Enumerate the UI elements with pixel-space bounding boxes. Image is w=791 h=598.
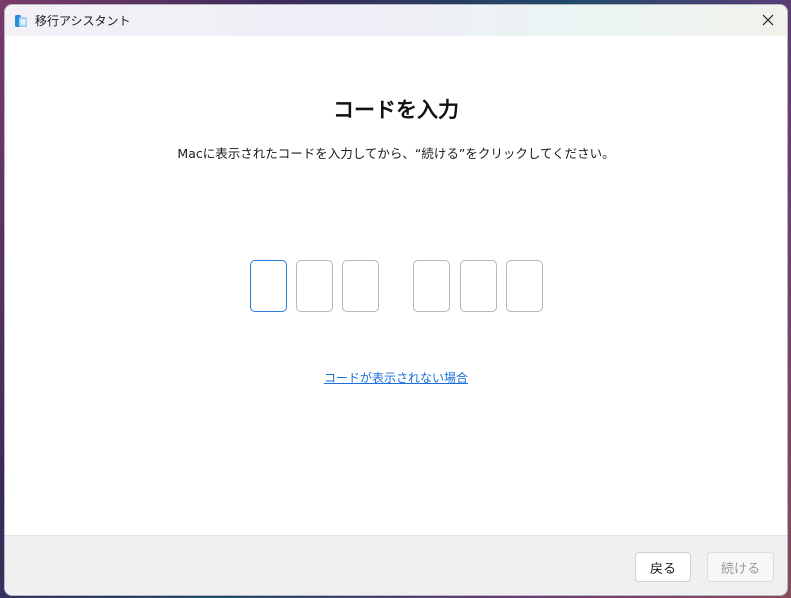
title-bar[interactable]: 移行アシスタント <box>5 5 787 36</box>
migration-assistant-icon <box>14 13 28 27</box>
continue-button[interactable]: 続ける <box>707 552 774 582</box>
window-title: 移行アシスタント <box>35 14 131 28</box>
code-digit-4[interactable] <box>413 260 450 312</box>
code-digit-1[interactable] <box>250 260 287 312</box>
main-content: コードを入力 Macに表示されたコードを入力してから、“続ける”をクリックしてく… <box>5 36 787 535</box>
footer-bar: 戻る 続ける <box>5 535 787 595</box>
page-title: コードを入力 <box>333 98 459 122</box>
code-not-shown-link[interactable]: コードが表示されない場合 <box>5 369 787 386</box>
code-digit-5[interactable] <box>460 260 497 312</box>
code-digit-3[interactable] <box>342 260 379 312</box>
instruction-text: Macに表示されたコードを入力してから、“続ける”をクリックしてください。 <box>177 146 615 161</box>
back-button[interactable]: 戻る <box>635 552 691 582</box>
code-digit-6[interactable] <box>506 260 543 312</box>
migration-assistant-window: 移行アシスタント コードを入力 Macに表示されたコードを入力してから、“続ける… <box>4 4 788 596</box>
code-digit-2[interactable] <box>296 260 333 312</box>
close-icon <box>762 11 774 30</box>
close-button[interactable] <box>751 5 785 35</box>
